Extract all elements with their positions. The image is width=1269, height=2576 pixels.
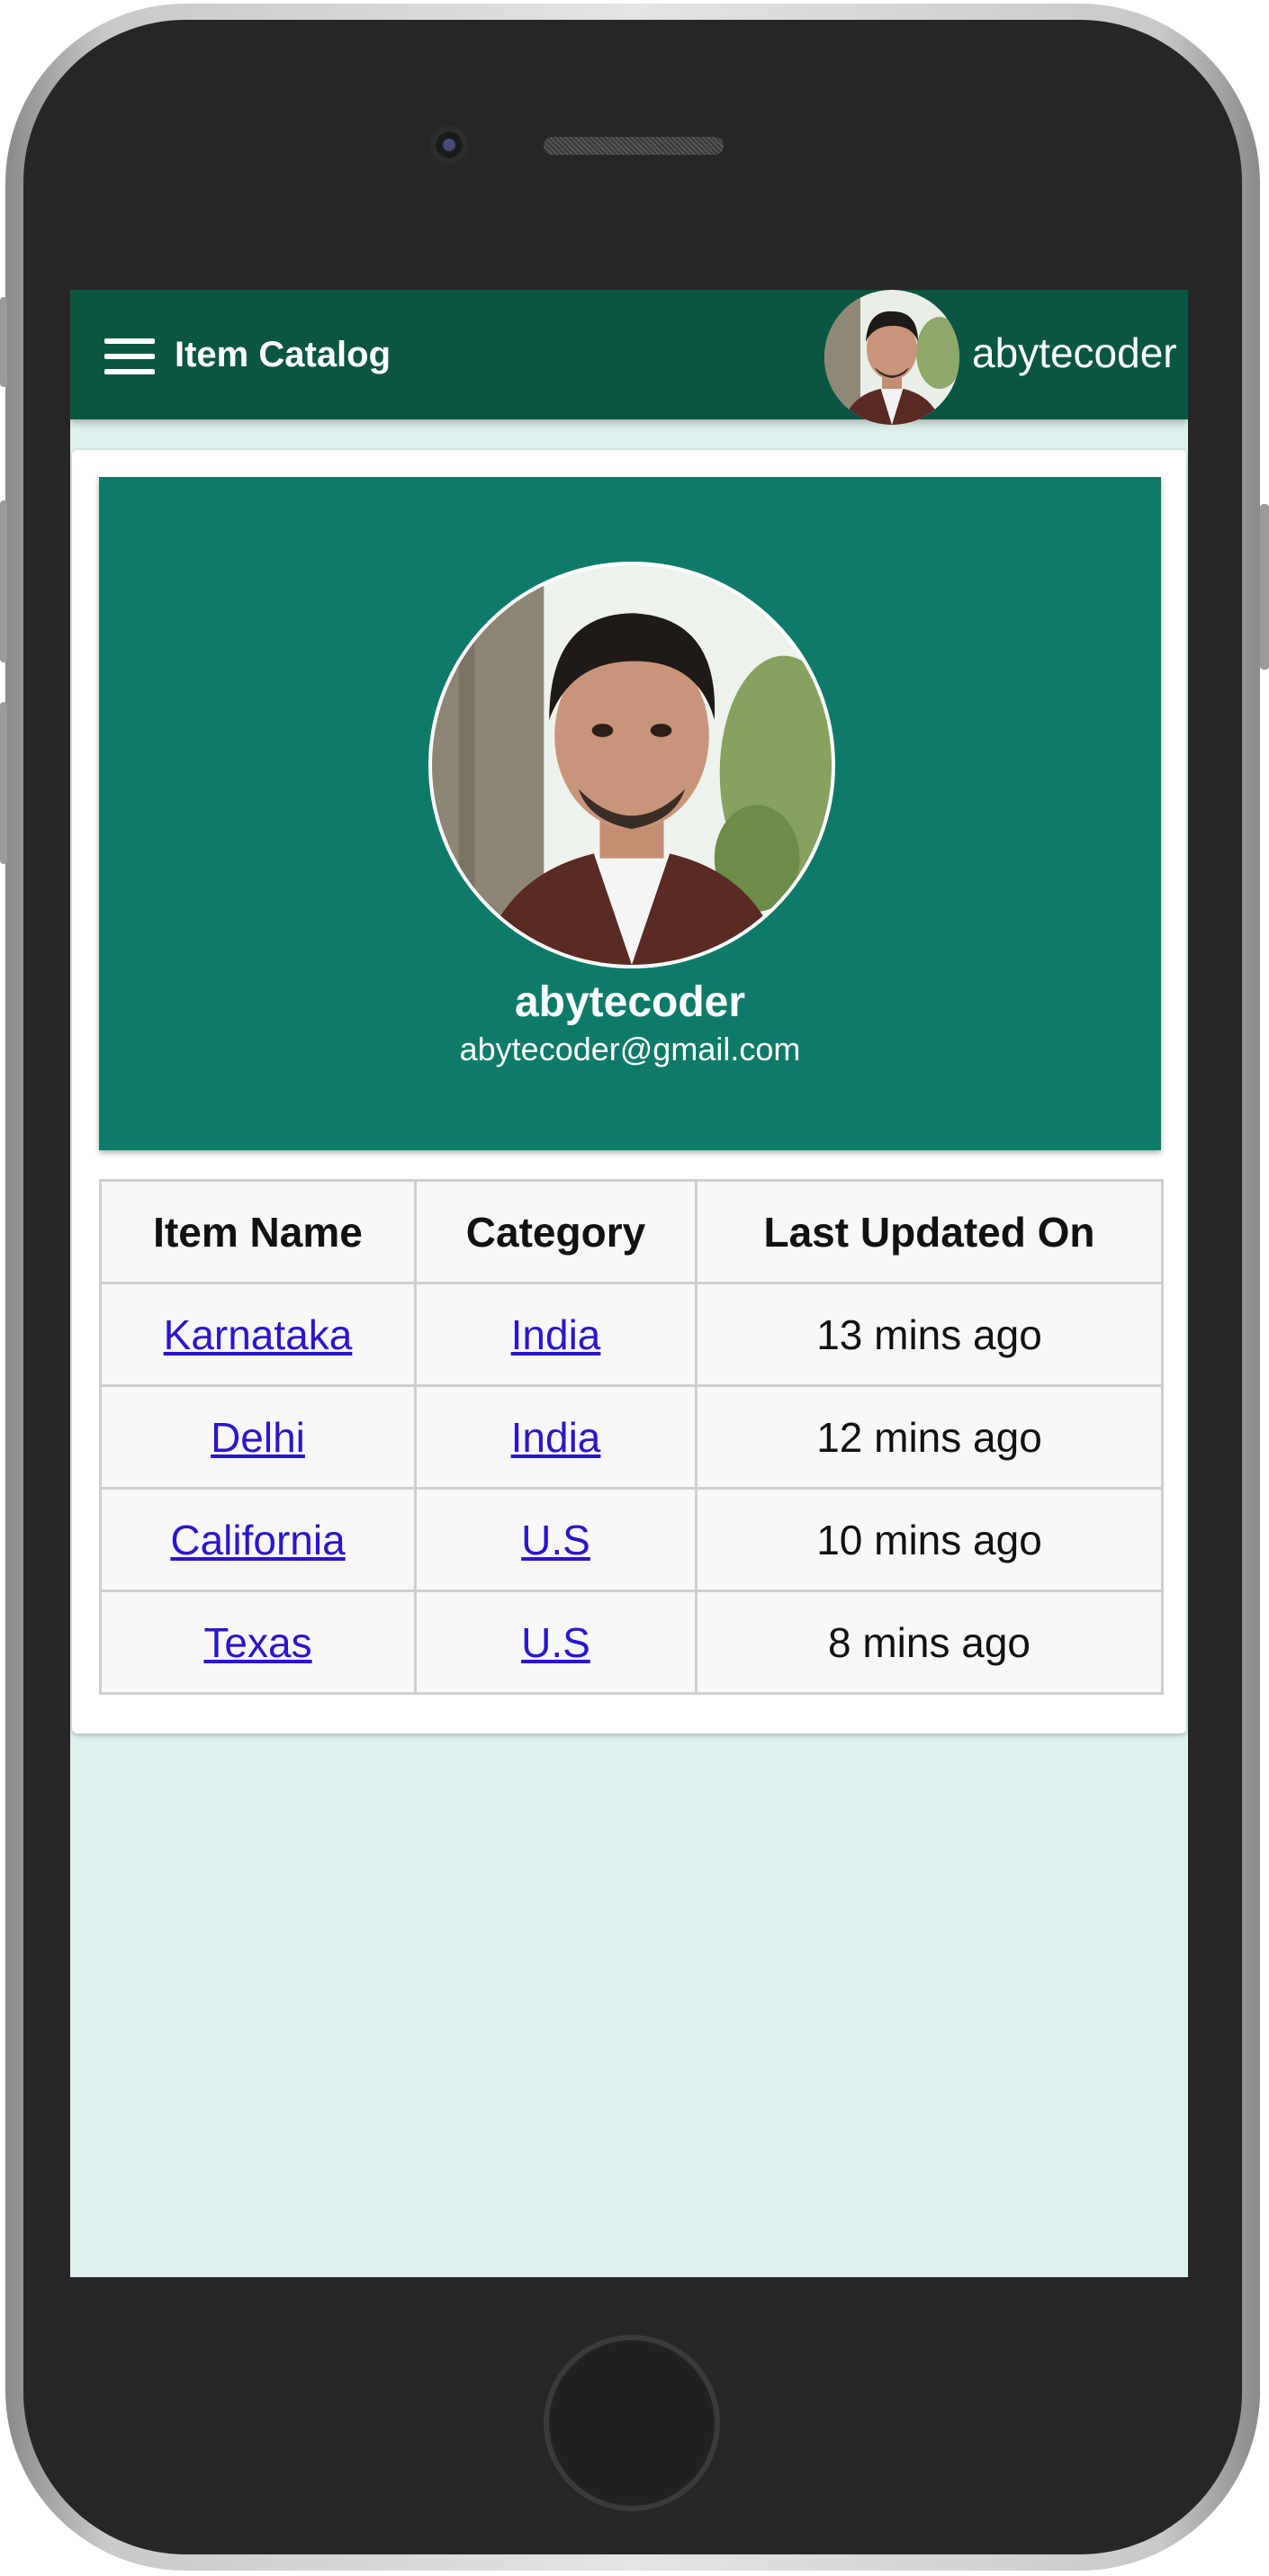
column-header-last-updated: Last Updated On	[695, 1179, 1164, 1284]
profile-email: abytecoder@gmail.com	[459, 1031, 801, 1067]
item-name-cell: Texas	[99, 1590, 417, 1695]
hamburger-menu-icon[interactable]	[104, 338, 155, 374]
items-table: Item Name Category Last Updated On Karna…	[99, 1179, 1164, 1695]
table-row: Texas U.S 8 mins ago	[99, 1590, 1164, 1695]
earpiece-speaker	[544, 137, 724, 155]
category-cell: India	[414, 1384, 698, 1490]
item-name-cell: Delhi	[99, 1384, 417, 1490]
table-header-row: Item Name Category Last Updated On	[99, 1179, 1164, 1284]
item-link[interactable]: Delhi	[211, 1414, 305, 1461]
last-updated-cell: 8 mins ago	[695, 1590, 1164, 1695]
app-screen: Item Catalog abytecoder abytecoder abyte…	[70, 290, 1188, 2277]
profile-banner: abytecoder abytecoder@gmail.com	[99, 477, 1161, 1150]
volume-down-button	[0, 702, 7, 864]
appbar-username[interactable]: abytecoder	[972, 328, 1177, 378]
category-link[interactable]: India	[511, 1311, 601, 1358]
category-cell: U.S	[414, 1487, 698, 1592]
table-row: Delhi India 12 mins ago	[99, 1384, 1164, 1490]
table-row: California U.S 10 mins ago	[99, 1487, 1164, 1592]
item-link[interactable]: California	[170, 1517, 345, 1563]
category-link[interactable]: U.S	[521, 1517, 590, 1563]
category-cell: U.S	[414, 1590, 698, 1695]
profile-name: abytecoder	[514, 978, 746, 1026]
item-name-cell: California	[99, 1487, 417, 1592]
front-camera	[430, 126, 468, 164]
column-header-category: Category	[414, 1179, 698, 1284]
item-link[interactable]: Texas	[203, 1619, 311, 1666]
category-cell: India	[414, 1282, 698, 1387]
volume-up-button	[0, 500, 7, 662]
item-link[interactable]: Karnataka	[164, 1311, 353, 1358]
app-bar: Item Catalog abytecoder	[70, 290, 1188, 425]
column-header-item-name: Item Name	[99, 1179, 417, 1284]
silent-switch	[0, 297, 7, 387]
profile-card: abytecoder abytecoder@gmail.com Item Nam…	[72, 450, 1186, 1734]
last-updated-cell: 13 mins ago	[695, 1282, 1164, 1387]
power-button	[1260, 504, 1269, 670]
app-title: Item Catalog	[175, 335, 392, 374]
table-row: Karnataka India 13 mins ago	[99, 1282, 1164, 1387]
profile-avatar	[428, 562, 835, 968]
last-updated-cell: 12 mins ago	[695, 1384, 1164, 1490]
category-link[interactable]: India	[511, 1414, 601, 1461]
home-button[interactable]	[544, 2335, 720, 2511]
item-name-cell: Karnataka	[99, 1282, 417, 1387]
user-avatar[interactable]	[824, 290, 959, 425]
last-updated-cell: 10 mins ago	[695, 1487, 1164, 1592]
category-link[interactable]: U.S	[521, 1619, 590, 1666]
